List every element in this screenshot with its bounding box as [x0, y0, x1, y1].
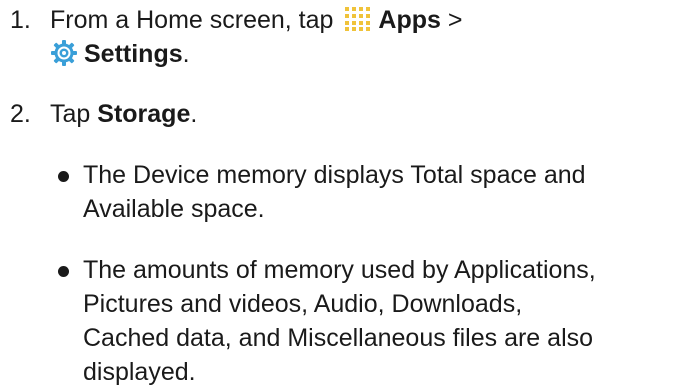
bullet-line: Cached data, and Miscellaneous files are…: [83, 324, 594, 352]
bullet-text: The Device memory displays Total space a…: [83, 158, 673, 226]
storage-label: Storage: [97, 100, 191, 128]
step-1-number: 1.: [10, 6, 31, 34]
step-1-intro: From a Home screen, tap: [50, 6, 334, 34]
bullet-line: Pictures and videos, Audio, Downloads,: [83, 290, 523, 318]
settings-label: Settings: [84, 40, 183, 68]
bullet-text: The amounts of memory used by Applicatio…: [83, 253, 673, 389]
step-2-intro: Tap: [50, 100, 91, 128]
step-1-text: From a Home screen, tap Apps > Settings.: [50, 3, 670, 71]
bullet-dot: [58, 171, 69, 182]
bullet-dot: [58, 266, 69, 277]
document-page: 1. From a Home screen, tap Apps > Settin…: [0, 0, 673, 389]
bullet-line: The amounts of memory used by Applicatio…: [83, 256, 596, 284]
step-2-number: 2.: [10, 100, 31, 128]
apps-grid-icon: [344, 6, 374, 32]
menu-separator: >: [447, 6, 463, 34]
step-2-end: .: [190, 100, 198, 128]
apps-label: Apps: [378, 6, 441, 34]
bullet-line: Available space.: [83, 195, 265, 223]
settings-gear-icon: [50, 39, 78, 67]
step-1-end: .: [182, 40, 190, 68]
step-2-text: Tap Storage.: [50, 97, 670, 131]
bullet-line: The Device memory displays Total space a…: [83, 161, 586, 189]
bullet-line: displayed.: [83, 358, 196, 386]
